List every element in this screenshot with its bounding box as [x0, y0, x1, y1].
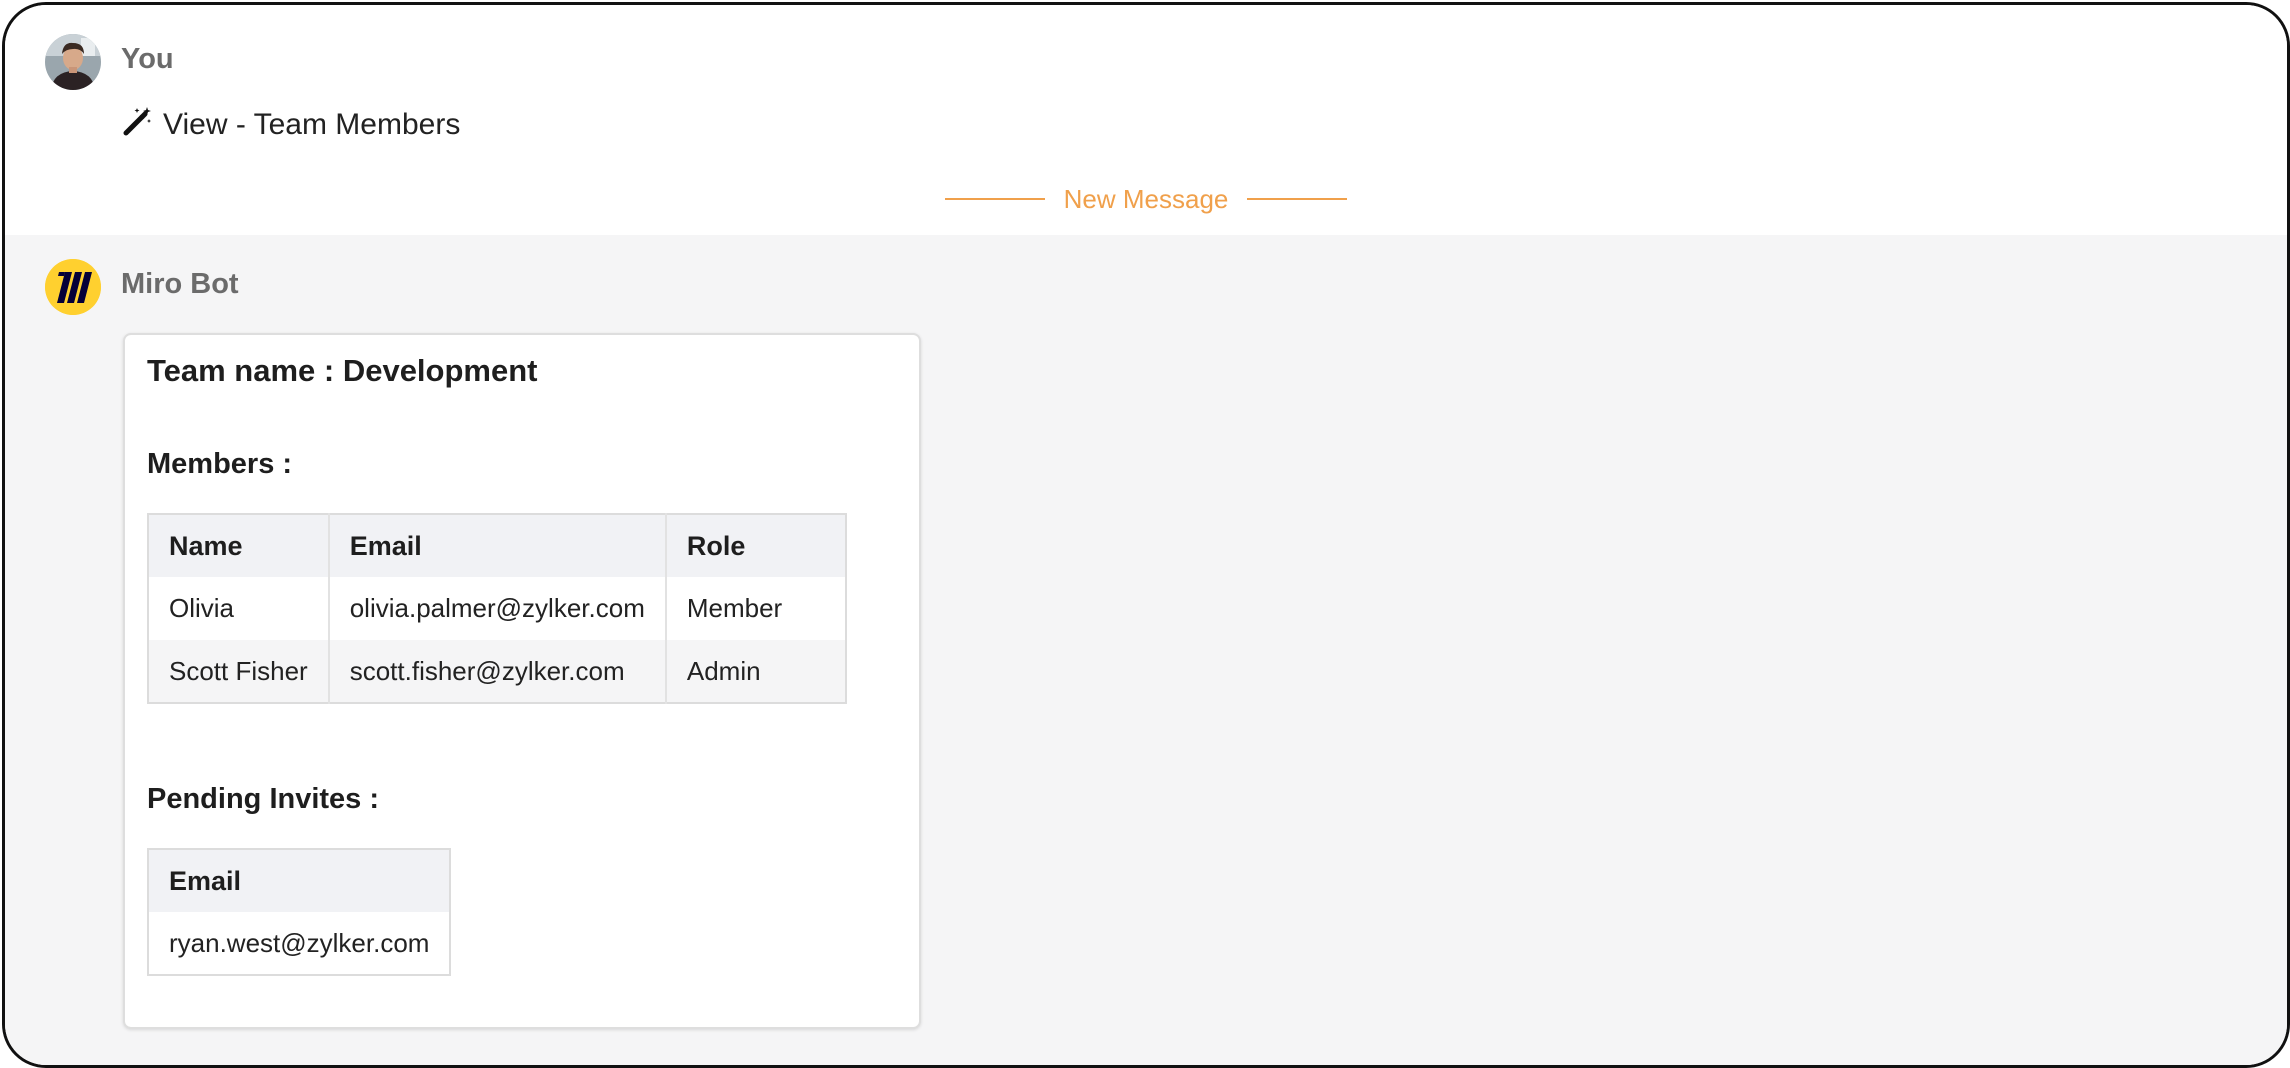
table-header-row: Email: [148, 849, 451, 912]
new-message-label: New Message: [1063, 183, 1229, 214]
column-header-email: Email: [328, 514, 667, 577]
bot-message: Miro Bot Team name : Development Members…: [5, 235, 2287, 1065]
member-name-cell: Scott Fisher: [148, 640, 330, 703]
command-message: View - Team Members: [123, 105, 460, 145]
bot-sender-name: Miro Bot: [121, 268, 239, 300]
user-sender-name: You: [121, 43, 174, 75]
member-name-cell: Olivia: [148, 577, 330, 640]
miro-logo-icon[interactable]: [45, 259, 101, 315]
user-avatar[interactable]: [45, 34, 101, 90]
team-members-card: Team name : Development Members : Name E…: [123, 333, 921, 1029]
magic-wand-icon: [123, 106, 153, 144]
member-role-cell: Member: [665, 577, 846, 640]
command-text: View - Team Members: [163, 108, 461, 141]
pending-invites-heading: Pending Invites :: [147, 783, 380, 815]
members-heading: Members :: [147, 448, 293, 480]
table-row: ryan.west@zylker.com: [148, 912, 451, 975]
column-header-role: Role: [665, 514, 846, 577]
column-header-name: Name: [148, 514, 330, 577]
column-header-email: Email: [148, 849, 451, 912]
members-table: Name Email Role Olivia olivia.palmer@zyl…: [147, 513, 847, 704]
member-email-cell: scott.fisher@zylker.com: [328, 640, 667, 703]
pending-invites-table: Email ryan.west@zylker.com: [147, 848, 452, 976]
user-message: You View - Team Members New Message: [5, 5, 2287, 235]
member-email-cell: olivia.palmer@zylker.com: [328, 577, 667, 640]
member-role-cell: Admin: [665, 640, 846, 703]
divider-line-left: [945, 198, 1045, 200]
divider-line-right: [1247, 198, 1347, 200]
table-row: Scott Fisher scott.fisher@zylker.com Adm…: [148, 640, 846, 703]
team-name-title: Team name : Development: [147, 353, 538, 388]
new-message-divider: New Message: [945, 179, 1347, 219]
pending-email-cell: ryan.west@zylker.com: [148, 912, 451, 975]
table-header-row: Name Email Role: [148, 514, 846, 577]
chat-window: You View - Team Members New Message Miro…: [2, 2, 2290, 1068]
table-row: Olivia olivia.palmer@zylker.com Member: [148, 577, 846, 640]
